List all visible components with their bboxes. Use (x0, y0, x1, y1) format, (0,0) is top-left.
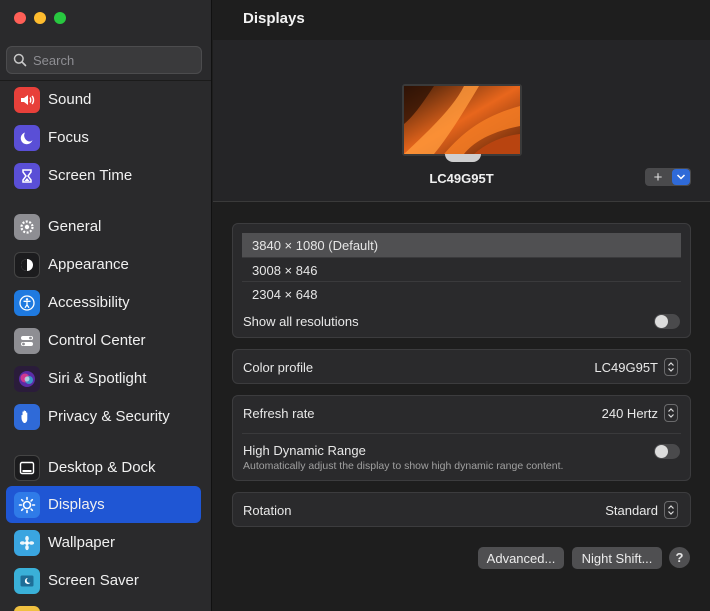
color-profile-value: LC49G95T (594, 359, 658, 375)
display-thumbnail[interactable] (402, 84, 522, 156)
sidebar-item-label: Focus (48, 129, 89, 146)
color-profile-card: Color profile LC49G95T (232, 349, 691, 384)
window-controls (14, 12, 66, 24)
screensaver-icon (14, 567, 40, 594)
display-stand (445, 154, 481, 162)
rotation-value: Standard (605, 502, 658, 518)
refresh-rate-value: 240 Hertz (601, 405, 658, 421)
sidebar-item-focus[interactable]: Focus (6, 119, 201, 156)
search-icon (13, 53, 27, 67)
up-down-chevron-icon (664, 404, 678, 422)
gear-icon (14, 213, 40, 240)
divider (242, 433, 681, 434)
sidebar-item-label: Screen Saver (48, 572, 139, 589)
add-display-dropdown[interactable] (672, 169, 690, 185)
app-icon (14, 605, 40, 611)
rotation-label: Rotation (243, 503, 292, 518)
refresh-hdr-card: Refresh rate 240 Hertz High Dynamic Rang… (232, 395, 691, 481)
sidebar-item-label: Wallpaper (48, 534, 115, 551)
display-arrangement: LC49G95T + (213, 40, 710, 202)
hand-icon (14, 403, 40, 430)
sidebar-item-screen-saver[interactable]: Screen Saver (6, 562, 201, 599)
search-field[interactable] (6, 46, 202, 74)
sidebar-item-label: Accessibility (48, 294, 130, 311)
resolution-option[interactable]: 3008 × 846 (242, 258, 681, 282)
sidebar-item-wallpaper[interactable]: Wallpaper (6, 524, 201, 561)
wallpaper-icon (14, 529, 40, 556)
sidebar-item-sound[interactable]: Sound (6, 81, 201, 118)
sidebar-item-label: Displays (48, 496, 105, 513)
rotation-select[interactable]: Standard (605, 501, 678, 519)
resolution-option[interactable]: 3840 × 1080 (Default) (242, 233, 681, 257)
refresh-rate-label: Refresh rate (243, 406, 315, 421)
sidebar-item-desktop-dock[interactable]: Desktop & Dock (6, 449, 201, 486)
sidebar-item-privacy-security[interactable]: Privacy & Security (6, 398, 201, 435)
sidebar: Sound Focus Screen Time General (0, 0, 212, 611)
accessibility-icon (14, 289, 40, 316)
toggles-icon (14, 327, 40, 354)
resolution-option-label: 2304 × 648 (252, 286, 318, 302)
show-all-resolutions-toggle[interactable] (654, 314, 680, 329)
sidebar-item-appearance[interactable]: Appearance (6, 246, 201, 283)
sidebar-list: Sound Focus Screen Time General Appearan… (0, 80, 211, 611)
sidebar-item-label: Screen Time (48, 167, 133, 184)
close-window-button[interactable] (14, 12, 26, 24)
hdr-label: High Dynamic Range (243, 443, 366, 458)
hdr-description: Automatically adjust the display to show… (243, 460, 564, 472)
add-display-control: + (645, 168, 691, 186)
resolution-option-label: 3840 × 1080 (Default) (252, 237, 379, 253)
moon-icon (14, 124, 40, 151)
hdr-toggle[interactable] (654, 444, 680, 459)
hourglass-icon (14, 162, 40, 189)
up-down-chevron-icon (664, 501, 678, 519)
resolution-option[interactable]: 2304 × 648 (242, 282, 681, 306)
page-title: Displays (243, 10, 305, 27)
appearance-icon (14, 251, 40, 278)
sidebar-item-label: Desktop & Dock (48, 459, 156, 476)
minimize-window-button[interactable] (34, 12, 46, 24)
main-content: Displays LC49G95T + 3840 × 1080 (Default… (213, 0, 710, 611)
sidebar-item-siri-spotlight[interactable]: Siri & Spotlight (6, 360, 201, 397)
chevron-down-icon (676, 174, 686, 180)
display-name: LC49G95T (429, 171, 494, 186)
search-input[interactable] (33, 52, 193, 68)
sidebar-item-general[interactable]: General (6, 208, 201, 245)
night-shift-button[interactable]: Night Shift... (572, 547, 662, 569)
sidebar-item-next-partial[interactable] (6, 600, 201, 611)
sidebar-item-displays[interactable]: Displays (6, 486, 201, 523)
rotation-card: Rotation Standard (232, 492, 691, 527)
color-profile-label: Color profile (243, 360, 314, 375)
toggle-knob (655, 445, 668, 458)
show-all-resolutions-label: Show all resolutions (243, 314, 359, 329)
sidebar-item-label: Control Center (48, 332, 146, 349)
toggle-knob (655, 315, 668, 328)
sidebar-item-accessibility[interactable]: Accessibility (6, 284, 201, 321)
resolution-card: 3840 × 1080 (Default) 3008 × 846 2304 × … (232, 223, 691, 338)
zoom-window-button[interactable] (54, 12, 66, 24)
sidebar-item-label: Appearance (48, 256, 129, 273)
sidebar-item-control-center[interactable]: Control Center (6, 322, 201, 359)
sidebar-item-label: General (48, 218, 102, 235)
sidebar-item-screen-time[interactable]: Screen Time (6, 157, 201, 194)
add-display-button[interactable]: + (645, 168, 671, 186)
sidebar-item-label: Sound (48, 91, 92, 108)
up-down-chevron-icon (664, 358, 678, 376)
speaker-icon (14, 86, 40, 113)
advanced-button[interactable]: Advanced... (478, 547, 564, 569)
help-button[interactable]: ? (669, 547, 690, 568)
siri-icon (14, 365, 40, 392)
sidebar-item-label: Siri & Spotlight (48, 370, 147, 387)
color-profile-select[interactable]: LC49G95T (594, 358, 678, 376)
dock-icon (14, 454, 40, 481)
refresh-rate-select[interactable]: 240 Hertz (602, 404, 678, 422)
sidebar-item-label: Privacy & Security (48, 408, 170, 425)
sun-icon (14, 491, 40, 518)
resolution-option-label: 3008 × 846 (252, 262, 318, 278)
